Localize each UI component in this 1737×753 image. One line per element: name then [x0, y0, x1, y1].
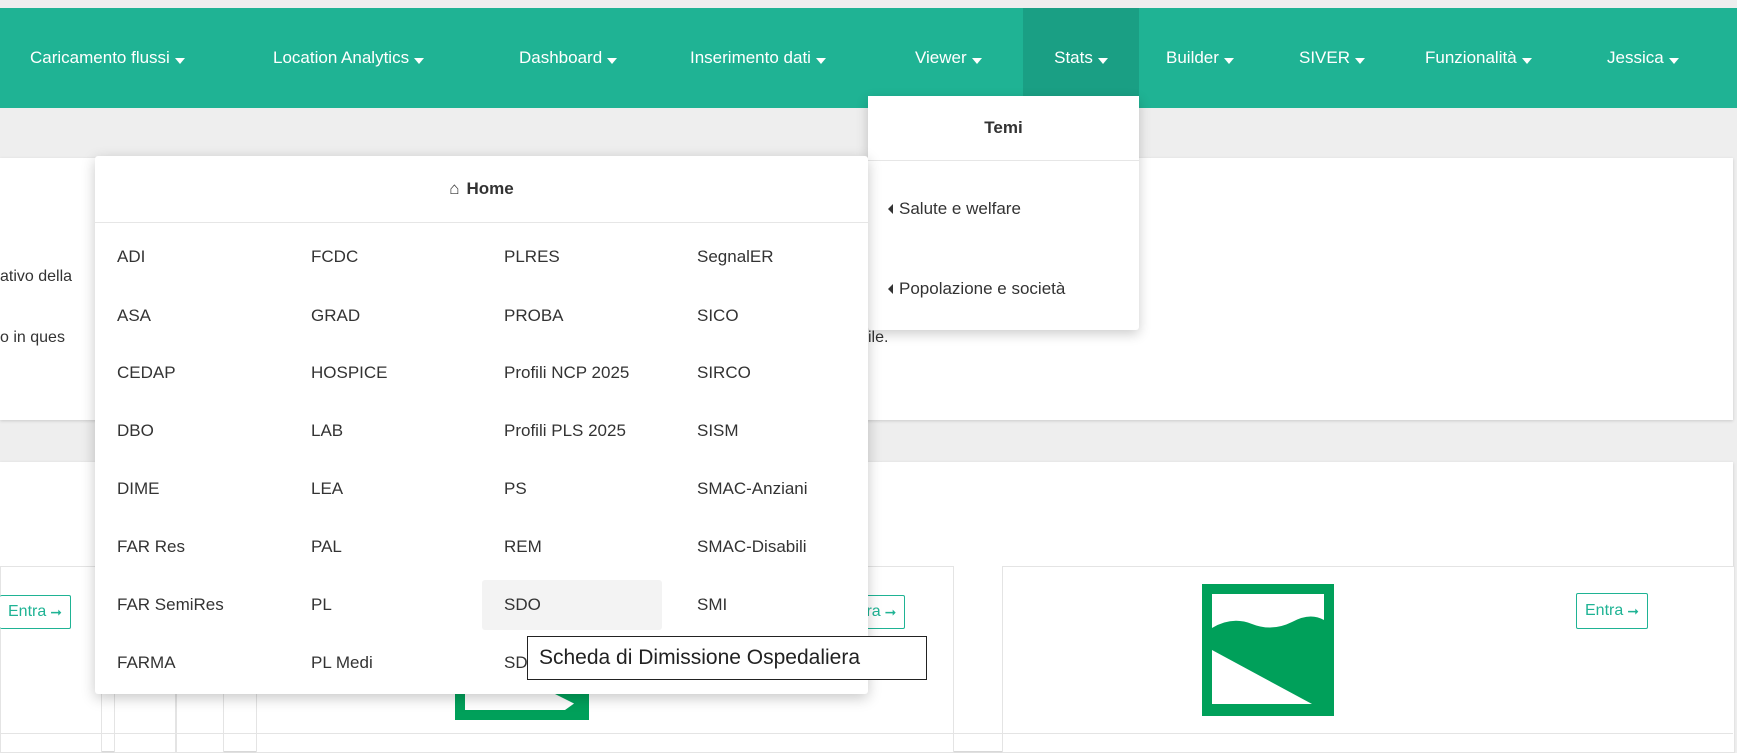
menu-item-segnaler[interactable]: SegnalER — [675, 232, 855, 282]
menu-item-pl-medi[interactable]: PL Medi — [289, 638, 469, 688]
menu-item-smac-anziani[interactable]: SMAC-Anziani — [675, 464, 855, 514]
nav-label: Jessica — [1607, 48, 1664, 67]
arrow-right-icon: ➞ — [50, 603, 62, 620]
nav-builder[interactable]: Builder — [1166, 8, 1234, 108]
home-icon: ⌂ — [449, 179, 460, 198]
nav-siver[interactable]: SIVER — [1299, 8, 1366, 108]
menu-item-sirco[interactable]: SIRCO — [675, 348, 855, 398]
stats-dropdown: Temi Salute e welfare Popolazione e soci… — [868, 96, 1139, 330]
card-divider — [0, 733, 1733, 734]
nav-dashboard[interactable]: Dashboard — [519, 8, 618, 108]
home-dropdown: ⌂ Home ADI ASA CEDAP DBO DIME FAR Res FAR… — [95, 156, 868, 694]
caret-down-icon — [1097, 58, 1108, 64]
nav-label: Caricamento flussi — [30, 48, 170, 67]
info-text-line2-tail: ile. — [868, 329, 889, 346]
arrow-right-icon: ➞ — [884, 603, 897, 620]
home-menu-header[interactable]: ⌂ Home — [95, 156, 868, 223]
entra-label: Entra — [8, 603, 47, 620]
menu-item-sdo[interactable]: SDO — [482, 580, 662, 630]
caret-left-icon — [888, 204, 893, 214]
menu-item-farma[interactable]: FARMA — [95, 638, 275, 688]
home-label: Home — [466, 179, 514, 198]
nav-label: Funzionalità — [1425, 48, 1517, 67]
nav-label: Inserimento dati — [690, 48, 811, 67]
entra-label: Entra — [1585, 602, 1624, 619]
menu-item-profili-ncp-2025[interactable]: Profili NCP 2025 — [482, 348, 662, 398]
tooltip: Scheda di Dimissione Ospedaliera — [527, 636, 927, 680]
info-text-line2: o in ques — [0, 329, 65, 346]
menu-item-plres[interactable]: PLRES — [482, 232, 662, 282]
entra-button[interactable]: Entra ➞ — [1576, 593, 1648, 629]
info-text-line1: ativo della — [0, 268, 73, 285]
menu-item-adi[interactable]: ADI — [95, 232, 275, 282]
menu-item-fcdc[interactable]: FCDC — [289, 232, 469, 282]
entra-button[interactable]: Entra ➞ — [0, 595, 71, 629]
menu-item-grad[interactable]: GRAD — [289, 291, 469, 341]
menu-item-sico[interactable]: SICO — [675, 291, 855, 341]
caret-down-icon — [971, 58, 982, 64]
menu-item-cedap[interactable]: CEDAP — [95, 348, 275, 398]
nav-inserimento-dati[interactable]: Inserimento dati — [690, 8, 826, 108]
menu-item-rem[interactable]: REM — [482, 522, 662, 572]
caret-left-icon — [888, 284, 893, 294]
nav-label: Builder — [1166, 48, 1219, 67]
nav-label: Dashboard — [519, 48, 603, 67]
nav-viewer[interactable]: Viewer — [915, 8, 982, 108]
caret-down-icon — [414, 58, 425, 64]
arrow-right-icon: ➞ — [1627, 602, 1639, 619]
menu-item-lea[interactable]: LEA — [289, 464, 469, 514]
menu-item-proba[interactable]: PROBA — [482, 291, 662, 341]
stats-item-salute-welfare[interactable]: Salute e welfare — [888, 194, 1021, 224]
nav-funzionalita[interactable]: Funzionalità — [1425, 8, 1532, 108]
nav-location-analytics[interactable]: Location Analytics — [273, 8, 425, 108]
stats-item-label: Salute e welfare — [899, 199, 1021, 218]
regione-logo-icon — [1202, 584, 1334, 716]
caret-down-icon — [1223, 58, 1234, 64]
menu-item-smac-disabili[interactable]: SMAC-Disabili — [675, 522, 855, 572]
nav-label: Stats — [1054, 48, 1093, 67]
nav-label: Viewer — [915, 48, 967, 67]
caret-down-icon — [1355, 58, 1366, 64]
menu-item-far-semires[interactable]: FAR SemiRes — [95, 580, 275, 630]
menu-item-ps[interactable]: PS — [482, 464, 662, 514]
stats-item-label: Popolazione e società — [899, 279, 1066, 298]
caret-down-icon — [607, 58, 618, 64]
menu-item-lab[interactable]: LAB — [289, 406, 469, 456]
nav-jessica[interactable]: Jessica — [1607, 8, 1679, 108]
stats-menu-header: Temi — [868, 96, 1139, 161]
nav-caricamento-flussi[interactable]: Caricamento flussi — [30, 8, 185, 108]
caret-down-icon — [174, 58, 185, 64]
nav-label: Location Analytics — [273, 48, 410, 67]
menu-item-dbo[interactable]: DBO — [95, 406, 275, 456]
caret-down-icon — [1668, 58, 1679, 64]
menu-item-pl[interactable]: PL — [289, 580, 469, 630]
nav-stats[interactable]: Stats — [1023, 8, 1139, 108]
menu-item-profili-pls-2025[interactable]: Profili PLS 2025 — [482, 406, 662, 456]
caret-down-icon — [815, 58, 826, 64]
caret-down-icon — [1521, 58, 1532, 64]
menu-item-sism[interactable]: SISM — [675, 406, 855, 456]
menu-item-dime[interactable]: DIME — [95, 464, 275, 514]
menu-item-smi[interactable]: SMI — [675, 580, 855, 630]
menu-item-hospice[interactable]: HOSPICE — [289, 348, 469, 398]
menu-item-asa[interactable]: ASA — [95, 291, 275, 341]
nav-label: SIVER — [1299, 48, 1351, 67]
stats-item-popolazione-societa[interactable]: Popolazione e società — [888, 274, 1065, 304]
menu-item-pal[interactable]: PAL — [289, 522, 469, 572]
menu-item-far-res[interactable]: FAR Res — [95, 522, 275, 572]
